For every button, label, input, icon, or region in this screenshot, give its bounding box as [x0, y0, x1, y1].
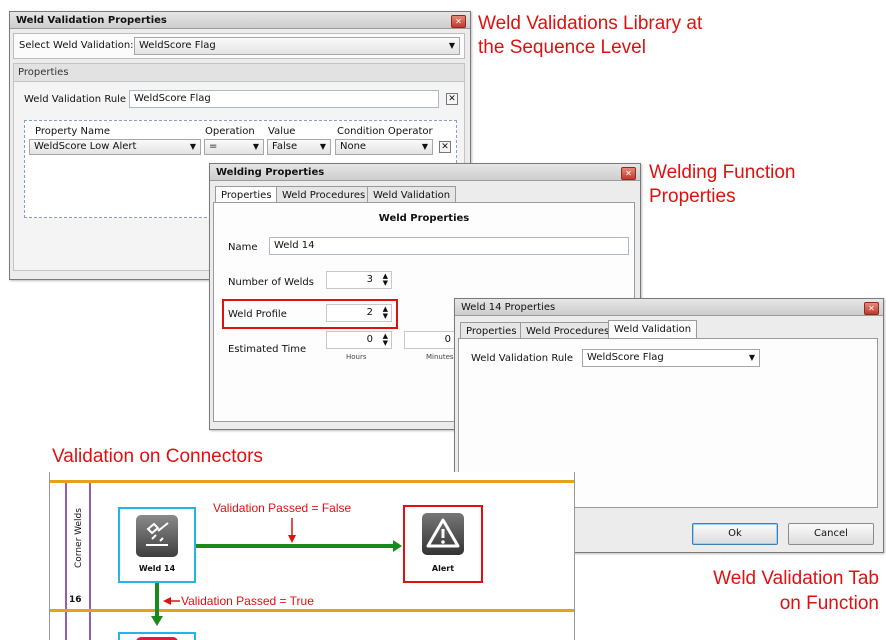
true-pointer-arrowhead	[163, 597, 171, 605]
callout-tab-line1: Weld Validation Tab	[713, 568, 879, 589]
tab-label: Weld Validation	[373, 190, 451, 201]
clear-rule-icon[interactable]: ✕	[446, 93, 458, 105]
window-title-bar[interactable]: Weld Validation Properties ✕	[10, 12, 470, 29]
dropdown-arrow-icon: ▼	[448, 41, 455, 50]
tab-weld-procedures[interactable]: Weld Procedures	[520, 322, 616, 339]
close-icon[interactable]: ✕	[451, 15, 466, 28]
tab-label: Weld Validation	[614, 324, 692, 335]
select-validation-label: Select Weld Validation:	[19, 40, 134, 51]
tab-weld-validation[interactable]: Weld Validation	[608, 320, 698, 339]
col-operation: Operation	[205, 126, 255, 137]
tab-properties[interactable]: Properties	[215, 186, 278, 203]
dropdown-arrow-icon: ▼	[421, 142, 428, 151]
callout-connectors: Validation on Connectors	[52, 446, 263, 467]
condition-select[interactable]: None ▼	[335, 139, 433, 155]
property-name-select[interactable]: WeldScore Low Alert ▼	[29, 139, 201, 155]
stepper-arrows-icon[interactable]: ▲ ▼	[383, 306, 388, 320]
callout-tab-line2: on Function	[779, 593, 879, 614]
callout-function-line2: Properties	[649, 186, 736, 207]
value-select[interactable]: False ▼	[267, 139, 331, 155]
window-title: Weld 14 Properties	[461, 302, 556, 313]
pass-false-label: Validation Passed = False	[213, 501, 352, 515]
dropdown-arrow-icon: ▼	[189, 142, 196, 151]
callout-function-line1: Welding Function	[649, 162, 796, 183]
false-connector-arrowhead	[393, 540, 402, 552]
minutes-label: Minutes	[426, 353, 454, 361]
hours-label: Hours	[346, 353, 367, 361]
operation-select[interactable]: = ▼	[204, 139, 264, 155]
rule-label: Weld Validation Rule	[471, 353, 574, 364]
minutes-value: 0	[444, 334, 451, 345]
hours-stepper[interactable]: 0 ▲ ▼	[326, 331, 392, 349]
connectors-svg	[151, 518, 402, 626]
remove-row-icon[interactable]: ✕	[439, 141, 451, 153]
condition-value: None	[340, 141, 367, 152]
rule-select-value: WeldScore Flag	[587, 352, 664, 363]
close-icon[interactable]: ✕	[621, 167, 636, 180]
rule-input[interactable]: WeldScore Flag	[129, 90, 439, 108]
tab-weld-procedures[interactable]: Weld Procedures	[276, 186, 372, 203]
window-title-bar[interactable]: Weld 14 Properties ✕	[455, 299, 883, 316]
cancel-button[interactable]: Cancel	[788, 523, 874, 545]
property-name-value: WeldScore Low Alert	[34, 141, 137, 152]
tab-properties[interactable]: Properties	[460, 322, 523, 339]
name-label: Name	[228, 242, 258, 253]
select-validation-bar: Select Weld Validation: WeldScore Flag ▼	[13, 33, 465, 59]
name-input[interactable]: Weld 14	[269, 237, 629, 255]
col-property-name: Property Name	[35, 126, 110, 137]
num-welds-label: Number of Welds	[228, 277, 314, 288]
profile-label: Weld Profile	[228, 309, 287, 320]
cancel-label: Cancel	[814, 528, 848, 539]
callout-library-line2: the Sequence Level	[478, 37, 646, 58]
tab-label: Weld Procedures	[282, 190, 366, 201]
next-node[interactable]	[118, 632, 196, 640]
col-condition-operator: Condition Operator	[337, 126, 433, 137]
flow-diagram: Corner Welds 16 Weld 14 Alert Validation…	[49, 472, 575, 640]
profile-stepper[interactable]: 2 ▲ ▼	[326, 304, 392, 322]
tab-label: Properties	[221, 190, 272, 201]
dropdown-arrow-icon: ▼	[252, 142, 259, 151]
false-pointer-arrowhead	[288, 535, 296, 543]
ok-button[interactable]: Ok	[692, 523, 778, 545]
value-value: False	[272, 141, 298, 152]
callout-library-line1: Weld Validations Library at	[478, 13, 703, 34]
rule-input-value: WeldScore Flag	[134, 93, 211, 104]
hours-value: 0	[366, 334, 373, 345]
window-title: Weld Validation Properties	[16, 15, 167, 26]
tab-weld-validation[interactable]: Weld Validation	[367, 186, 457, 203]
operation-value: =	[209, 141, 218, 152]
profile-value: 2	[366, 307, 373, 318]
col-value: Value	[268, 126, 296, 137]
window-title: Welding Properties	[216, 167, 325, 178]
name-input-value: Weld 14	[274, 240, 315, 251]
select-validation-dropdown[interactable]: WeldScore Flag ▼	[134, 37, 460, 55]
dropdown-arrow-icon: ▼	[319, 142, 326, 151]
select-validation-value: WeldScore Flag	[139, 40, 216, 51]
rule-label: Weld Validation Rule	[24, 94, 127, 105]
stepper-arrows-icon[interactable]: ▲ ▼	[383, 273, 388, 287]
tab-label: Properties	[466, 326, 517, 337]
properties-header: Properties	[14, 64, 464, 82]
section-title: Weld Properties	[378, 213, 470, 224]
rule-select[interactable]: WeldScore Flag ▼	[582, 349, 760, 367]
stepper-arrows-icon[interactable]: ▲ ▼	[383, 333, 388, 347]
dropdown-arrow-icon: ▼	[748, 353, 755, 362]
pass-true-label: Validation Passed = True	[181, 594, 314, 608]
num-welds-stepper[interactable]: 3 ▲ ▼	[326, 271, 392, 289]
tab-label: Weld Procedures	[526, 326, 610, 337]
properties-header-label: Properties	[18, 67, 69, 78]
window-title-bar[interactable]: Welding Properties ✕	[210, 164, 640, 181]
est-time-label: Estimated Time	[228, 344, 307, 355]
num-welds-value: 3	[366, 274, 373, 285]
true-connector-arrowhead	[151, 616, 163, 626]
ok-label: Ok	[728, 528, 742, 539]
close-icon[interactable]: ✕	[864, 302, 879, 315]
